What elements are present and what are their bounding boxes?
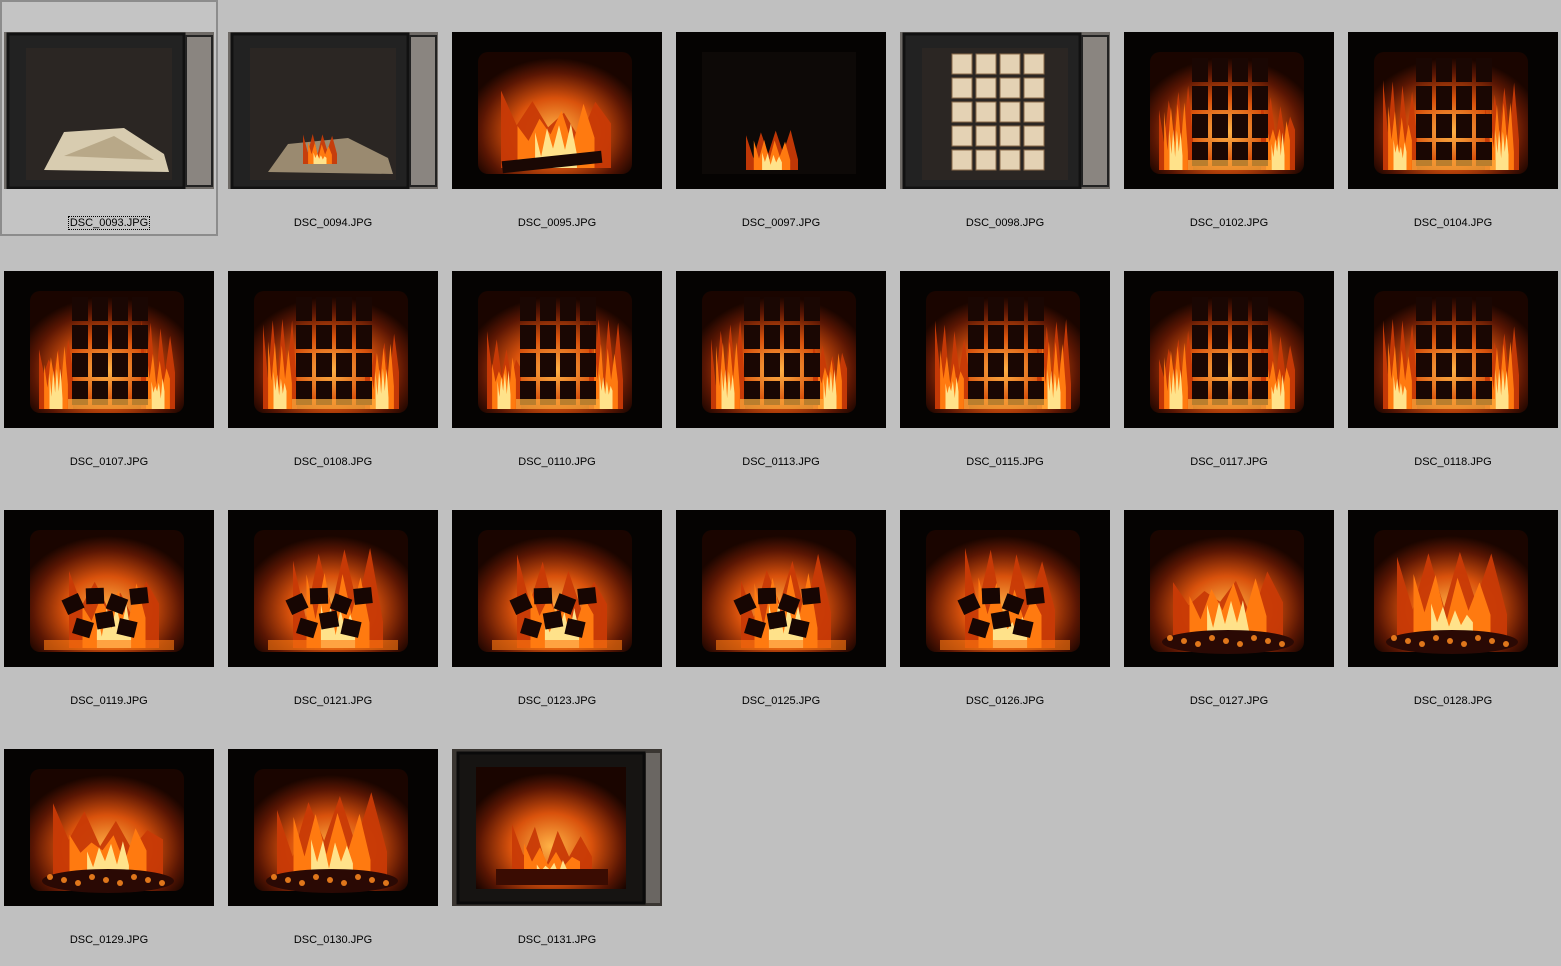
thumbnail-filename: DSC_0127.JPG (1120, 694, 1338, 708)
thumbnail-filename: DSC_0110.JPG (448, 455, 666, 469)
thumbnail-filename: DSC_0125.JPG (672, 694, 890, 708)
thumbnail-image[interactable] (4, 749, 214, 906)
filename-label: DSC_0094.JPG (293, 217, 373, 229)
thumbnail-item[interactable]: DSC_0127.JPG (1120, 478, 1338, 714)
thumbnail-filename: DSC_0094.JPG (224, 216, 442, 230)
thumbnail-image[interactable] (676, 271, 886, 428)
filename-label: DSC_0131.JPG (517, 934, 597, 946)
thumbnail-filename: DSC_0130.JPG (224, 933, 442, 947)
thumbnail-image[interactable] (1348, 271, 1558, 428)
filename-label: DSC_0097.JPG (741, 217, 821, 229)
filename-label: DSC_0113.JPG (742, 456, 820, 468)
filename-label: DSC_0121.JPG (293, 695, 373, 707)
thumbnail-image[interactable] (452, 271, 662, 428)
thumbnail-item[interactable]: DSC_0097.JPG (672, 0, 890, 236)
filename-label: DSC_0107.JPG (69, 456, 149, 468)
thumbnail-item[interactable]: DSC_0093.JPG (0, 0, 218, 236)
thumbnail-filename: DSC_0093.JPG (0, 216, 218, 230)
filename-label: DSC_0126.JPG (965, 695, 1045, 707)
thumbnail-item[interactable]: DSC_0110.JPG (448, 239, 666, 475)
thumbnail-item[interactable]: DSC_0115.JPG (896, 239, 1114, 475)
thumbnail-filename: DSC_0119.JPG (0, 694, 218, 708)
thumbnail-item[interactable]: DSC_0125.JPG (672, 478, 890, 714)
thumbnail-filename: DSC_0104.JPG (1344, 216, 1561, 230)
thumbnail-filename: DSC_0097.JPG (672, 216, 890, 230)
filename-label: DSC_0130.JPG (293, 934, 373, 946)
filename-label: DSC_0127.JPG (1189, 695, 1269, 707)
thumbnail-image[interactable] (1348, 32, 1558, 189)
thumbnail-image[interactable] (228, 510, 438, 667)
filename-label: DSC_0123.JPG (517, 695, 597, 707)
thumbnail-image[interactable] (1348, 510, 1558, 667)
filename-label: DSC_0115.JPG (966, 456, 1044, 468)
filename-label: DSC_0102.JPG (1189, 217, 1269, 229)
thumbnail-image[interactable] (452, 510, 662, 667)
thumbnail-filename: DSC_0113.JPG (672, 455, 890, 469)
thumbnail-image[interactable] (900, 271, 1110, 428)
thumbnail-image[interactable] (900, 510, 1110, 667)
filename-label: DSC_0093.JPG (67, 216, 151, 230)
filename-label: DSC_0098.JPG (965, 217, 1045, 229)
thumbnail-item[interactable]: DSC_0126.JPG (896, 478, 1114, 714)
filename-label: DSC_0119.JPG (70, 695, 148, 707)
thumbnail-image[interactable] (676, 510, 886, 667)
thumbnail-image[interactable] (228, 271, 438, 428)
thumbnail-image[interactable] (452, 749, 662, 906)
thumbnail-item[interactable]: DSC_0121.JPG (224, 478, 442, 714)
thumbnail-filename: DSC_0107.JPG (0, 455, 218, 469)
thumbnail-item[interactable]: DSC_0098.JPG (896, 0, 1114, 236)
thumbnail-filename: DSC_0126.JPG (896, 694, 1114, 708)
thumbnail-filename: DSC_0121.JPG (224, 694, 442, 708)
thumbnail-item[interactable]: DSC_0094.JPG (224, 0, 442, 236)
thumbnail-filename: DSC_0117.JPG (1120, 455, 1338, 469)
filename-label: DSC_0095.JPG (517, 217, 597, 229)
thumbnail-grid: DSC_0093.JPG DSC_0094.JPG DSC_0095.JPG D… (0, 0, 1561, 966)
thumbnail-filename: DSC_0129.JPG (0, 933, 218, 947)
thumbnail-image[interactable] (676, 32, 886, 189)
thumbnail-image[interactable] (4, 32, 214, 189)
filename-label: DSC_0117.JPG (1190, 456, 1268, 468)
filename-label: DSC_0110.JPG (518, 456, 596, 468)
thumbnail-item[interactable]: DSC_0107.JPG (0, 239, 218, 475)
filename-label: DSC_0104.JPG (1413, 217, 1493, 229)
thumbnail-filename: DSC_0115.JPG (896, 455, 1114, 469)
thumbnail-image[interactable] (900, 32, 1110, 189)
thumbnail-item[interactable]: DSC_0119.JPG (0, 478, 218, 714)
thumbnail-filename: DSC_0123.JPG (448, 694, 666, 708)
filename-label: DSC_0108.JPG (293, 456, 373, 468)
thumbnail-item[interactable]: DSC_0113.JPG (672, 239, 890, 475)
thumbnail-image[interactable] (228, 32, 438, 189)
filename-label: DSC_0128.JPG (1413, 695, 1493, 707)
thumbnail-item[interactable]: DSC_0104.JPG (1344, 0, 1561, 236)
thumbnail-filename: DSC_0102.JPG (1120, 216, 1338, 230)
thumbnail-item[interactable]: DSC_0123.JPG (448, 478, 666, 714)
thumbnail-item[interactable]: DSC_0131.JPG (448, 717, 666, 953)
thumbnail-item[interactable]: DSC_0118.JPG (1344, 239, 1561, 475)
thumbnail-item[interactable]: DSC_0117.JPG (1120, 239, 1338, 475)
thumbnail-filename: DSC_0128.JPG (1344, 694, 1561, 708)
thumbnail-image[interactable] (1124, 510, 1334, 667)
thumbnail-item[interactable]: DSC_0102.JPG (1120, 0, 1338, 236)
thumbnail-image[interactable] (452, 32, 662, 189)
thumbnail-filename: DSC_0095.JPG (448, 216, 666, 230)
thumbnail-item[interactable]: DSC_0108.JPG (224, 239, 442, 475)
thumbnail-image[interactable] (4, 510, 214, 667)
thumbnail-filename: DSC_0098.JPG (896, 216, 1114, 230)
filename-label: DSC_0125.JPG (741, 695, 821, 707)
thumbnail-filename: DSC_0131.JPG (448, 933, 666, 947)
thumbnail-filename: DSC_0118.JPG (1344, 455, 1561, 469)
thumbnail-image[interactable] (1124, 271, 1334, 428)
filename-label: DSC_0118.JPG (1414, 456, 1492, 468)
thumbnail-filename: DSC_0108.JPG (224, 455, 442, 469)
thumbnail-item[interactable]: DSC_0130.JPG (224, 717, 442, 953)
thumbnail-item[interactable]: DSC_0128.JPG (1344, 478, 1561, 714)
thumbnail-image[interactable] (4, 271, 214, 428)
thumbnail-item[interactable]: DSC_0129.JPG (0, 717, 218, 953)
thumbnail-item[interactable]: DSC_0095.JPG (448, 0, 666, 236)
filename-label: DSC_0129.JPG (69, 934, 149, 946)
thumbnail-image[interactable] (1124, 32, 1334, 189)
thumbnail-image[interactable] (228, 749, 438, 906)
